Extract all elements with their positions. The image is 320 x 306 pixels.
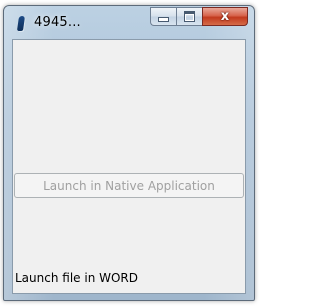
minimize-button[interactable]	[150, 7, 176, 26]
close-button[interactable]: x	[202, 7, 248, 26]
status-label: Launch file in WORD	[15, 271, 138, 285]
minimize-icon	[158, 17, 169, 22]
app-window: 4945... x Launch in Native Application L…	[3, 5, 255, 301]
title-bar[interactable]: 4945... x	[4, 6, 254, 40]
app-icon[interactable]	[16, 16, 26, 31]
close-icon: x	[220, 9, 230, 24]
window-title: 4945...	[34, 15, 81, 30]
maximize-button[interactable]	[176, 7, 202, 26]
caption-buttons: x	[150, 7, 248, 27]
launch-native-button[interactable]: Launch in Native Application	[14, 173, 244, 198]
maximize-icon	[184, 11, 195, 22]
client-area: Launch in Native Application Launch file…	[12, 39, 246, 294]
